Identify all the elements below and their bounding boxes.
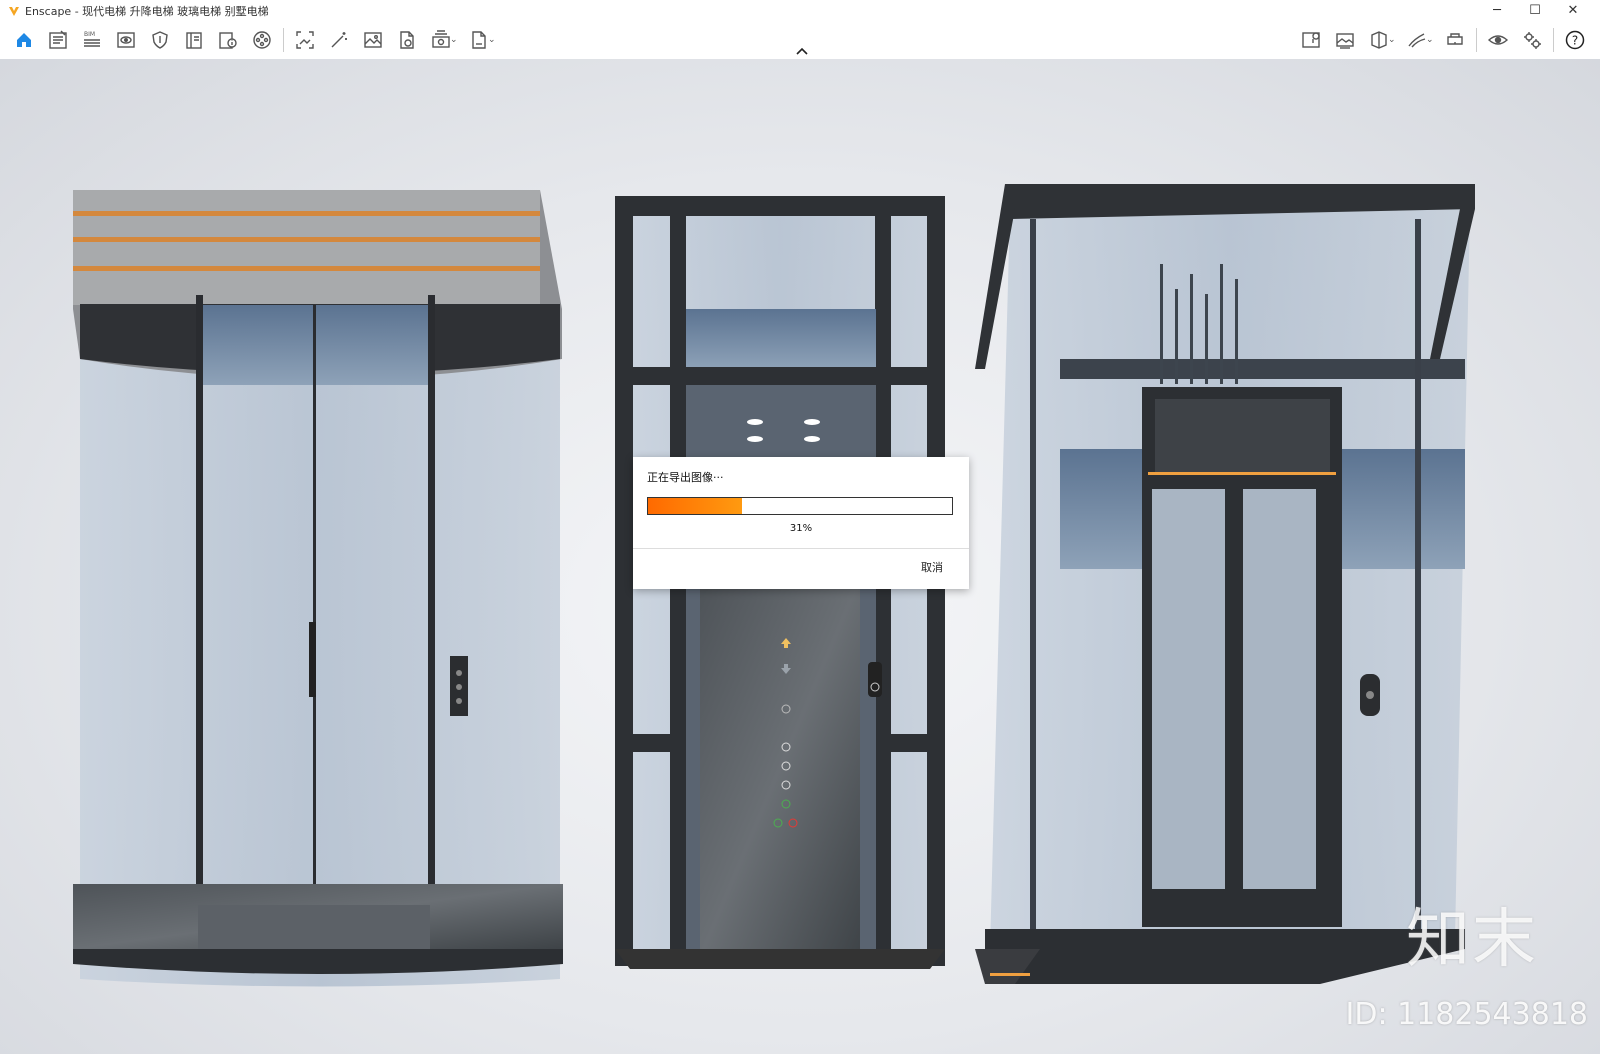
book-icon — [186, 32, 202, 49]
vr-headset-button[interactable] — [1438, 24, 1472, 56]
map-marker-icon — [1302, 32, 1320, 48]
shield-button[interactable] — [143, 24, 177, 56]
book-button[interactable] — [177, 24, 211, 56]
document-button[interactable] — [390, 24, 424, 56]
panorama-button[interactable] — [1328, 24, 1362, 56]
chevron-down-icon[interactable]: ⌄ — [488, 35, 498, 45]
export-progress-dialog: 正在导出图像··· 31% 取消 — [633, 457, 969, 589]
toolbar-separator — [283, 28, 284, 52]
help-icon: ? — [1565, 30, 1585, 50]
help-button[interactable]: ? — [1558, 24, 1592, 56]
chevron-down-icon[interactable]: ⌄ — [1426, 35, 1436, 45]
help-label: ? — [1572, 34, 1578, 48]
toolbar-separator — [1476, 28, 1477, 52]
chevron-down-icon[interactable]: ⌄ — [450, 35, 460, 45]
progress-fill — [648, 498, 743, 514]
screenshot-button[interactable] — [288, 24, 322, 56]
visual-settings-button[interactable] — [1481, 24, 1515, 56]
screenshot-icon — [296, 31, 314, 49]
maximize-button[interactable]: ☐ — [1516, 0, 1554, 21]
export-exe-icon — [472, 31, 486, 49]
notes-button[interactable] — [41, 24, 75, 56]
minimize-button[interactable]: ─ — [1478, 0, 1516, 21]
vr-headset-icon — [1447, 33, 1463, 45]
magic-wand-icon — [331, 32, 347, 48]
close-button[interactable]: ✕ — [1554, 0, 1592, 21]
collapse-toolbar-icon[interactable] — [793, 45, 811, 57]
dialog-title: 正在导出图像··· — [647, 471, 724, 484]
settings-icon — [1524, 32, 1541, 49]
cube-icon — [1371, 31, 1387, 49]
bim-icon: BIM — [84, 31, 100, 47]
window-title: Enscape - 现代电梯 升降电梯 玻璃电梯 别墅电梯 — [25, 4, 269, 18]
info-book-button[interactable] — [211, 24, 245, 56]
settings-button[interactable] — [1515, 24, 1549, 56]
views-button[interactable] — [109, 24, 143, 56]
film-reel-icon — [253, 31, 271, 49]
info-book-icon — [219, 32, 237, 49]
chevron-down-icon[interactable]: ⌄ — [1388, 35, 1398, 45]
watermark-id: ID: 1182543818 — [1345, 997, 1588, 1032]
bim-button[interactable]: BIM — [75, 24, 109, 56]
film-reel-button[interactable] — [245, 24, 279, 56]
toolbar-separator — [1553, 28, 1554, 52]
image-icon — [364, 32, 382, 48]
home-button[interactable] — [7, 24, 41, 56]
document-icon — [400, 31, 414, 49]
cancel-button[interactable]: 取消 — [921, 559, 943, 575]
bim-label: BIM — [84, 31, 95, 38]
progress-bar — [647, 497, 953, 515]
views-icon — [117, 32, 135, 48]
panorama-icon — [1336, 33, 1354, 49]
sketch-icon — [1408, 33, 1426, 48]
image-button[interactable] — [356, 24, 390, 56]
visual-settings-icon — [1487, 35, 1509, 45]
elevator-left — [73, 190, 563, 987]
notes-icon — [49, 30, 67, 49]
elevator-right — [975, 184, 1475, 984]
home-icon — [17, 33, 31, 47]
title-bar: Enscape - 现代电梯 升降电梯 玻璃电梯 别墅电梯 ─ ☐ ✕ — [0, 0, 1600, 21]
batch-render-icon — [432, 30, 450, 48]
map-marker-button[interactable] — [1294, 24, 1328, 56]
magic-wand-button[interactable] — [322, 24, 356, 56]
enscape-logo-icon — [9, 6, 19, 16]
progress-percent: 31% — [789, 523, 813, 534]
watermark-logo: 知末 — [1406, 903, 1538, 977]
shield-icon — [152, 31, 168, 49]
dialog-divider — [633, 548, 969, 549]
